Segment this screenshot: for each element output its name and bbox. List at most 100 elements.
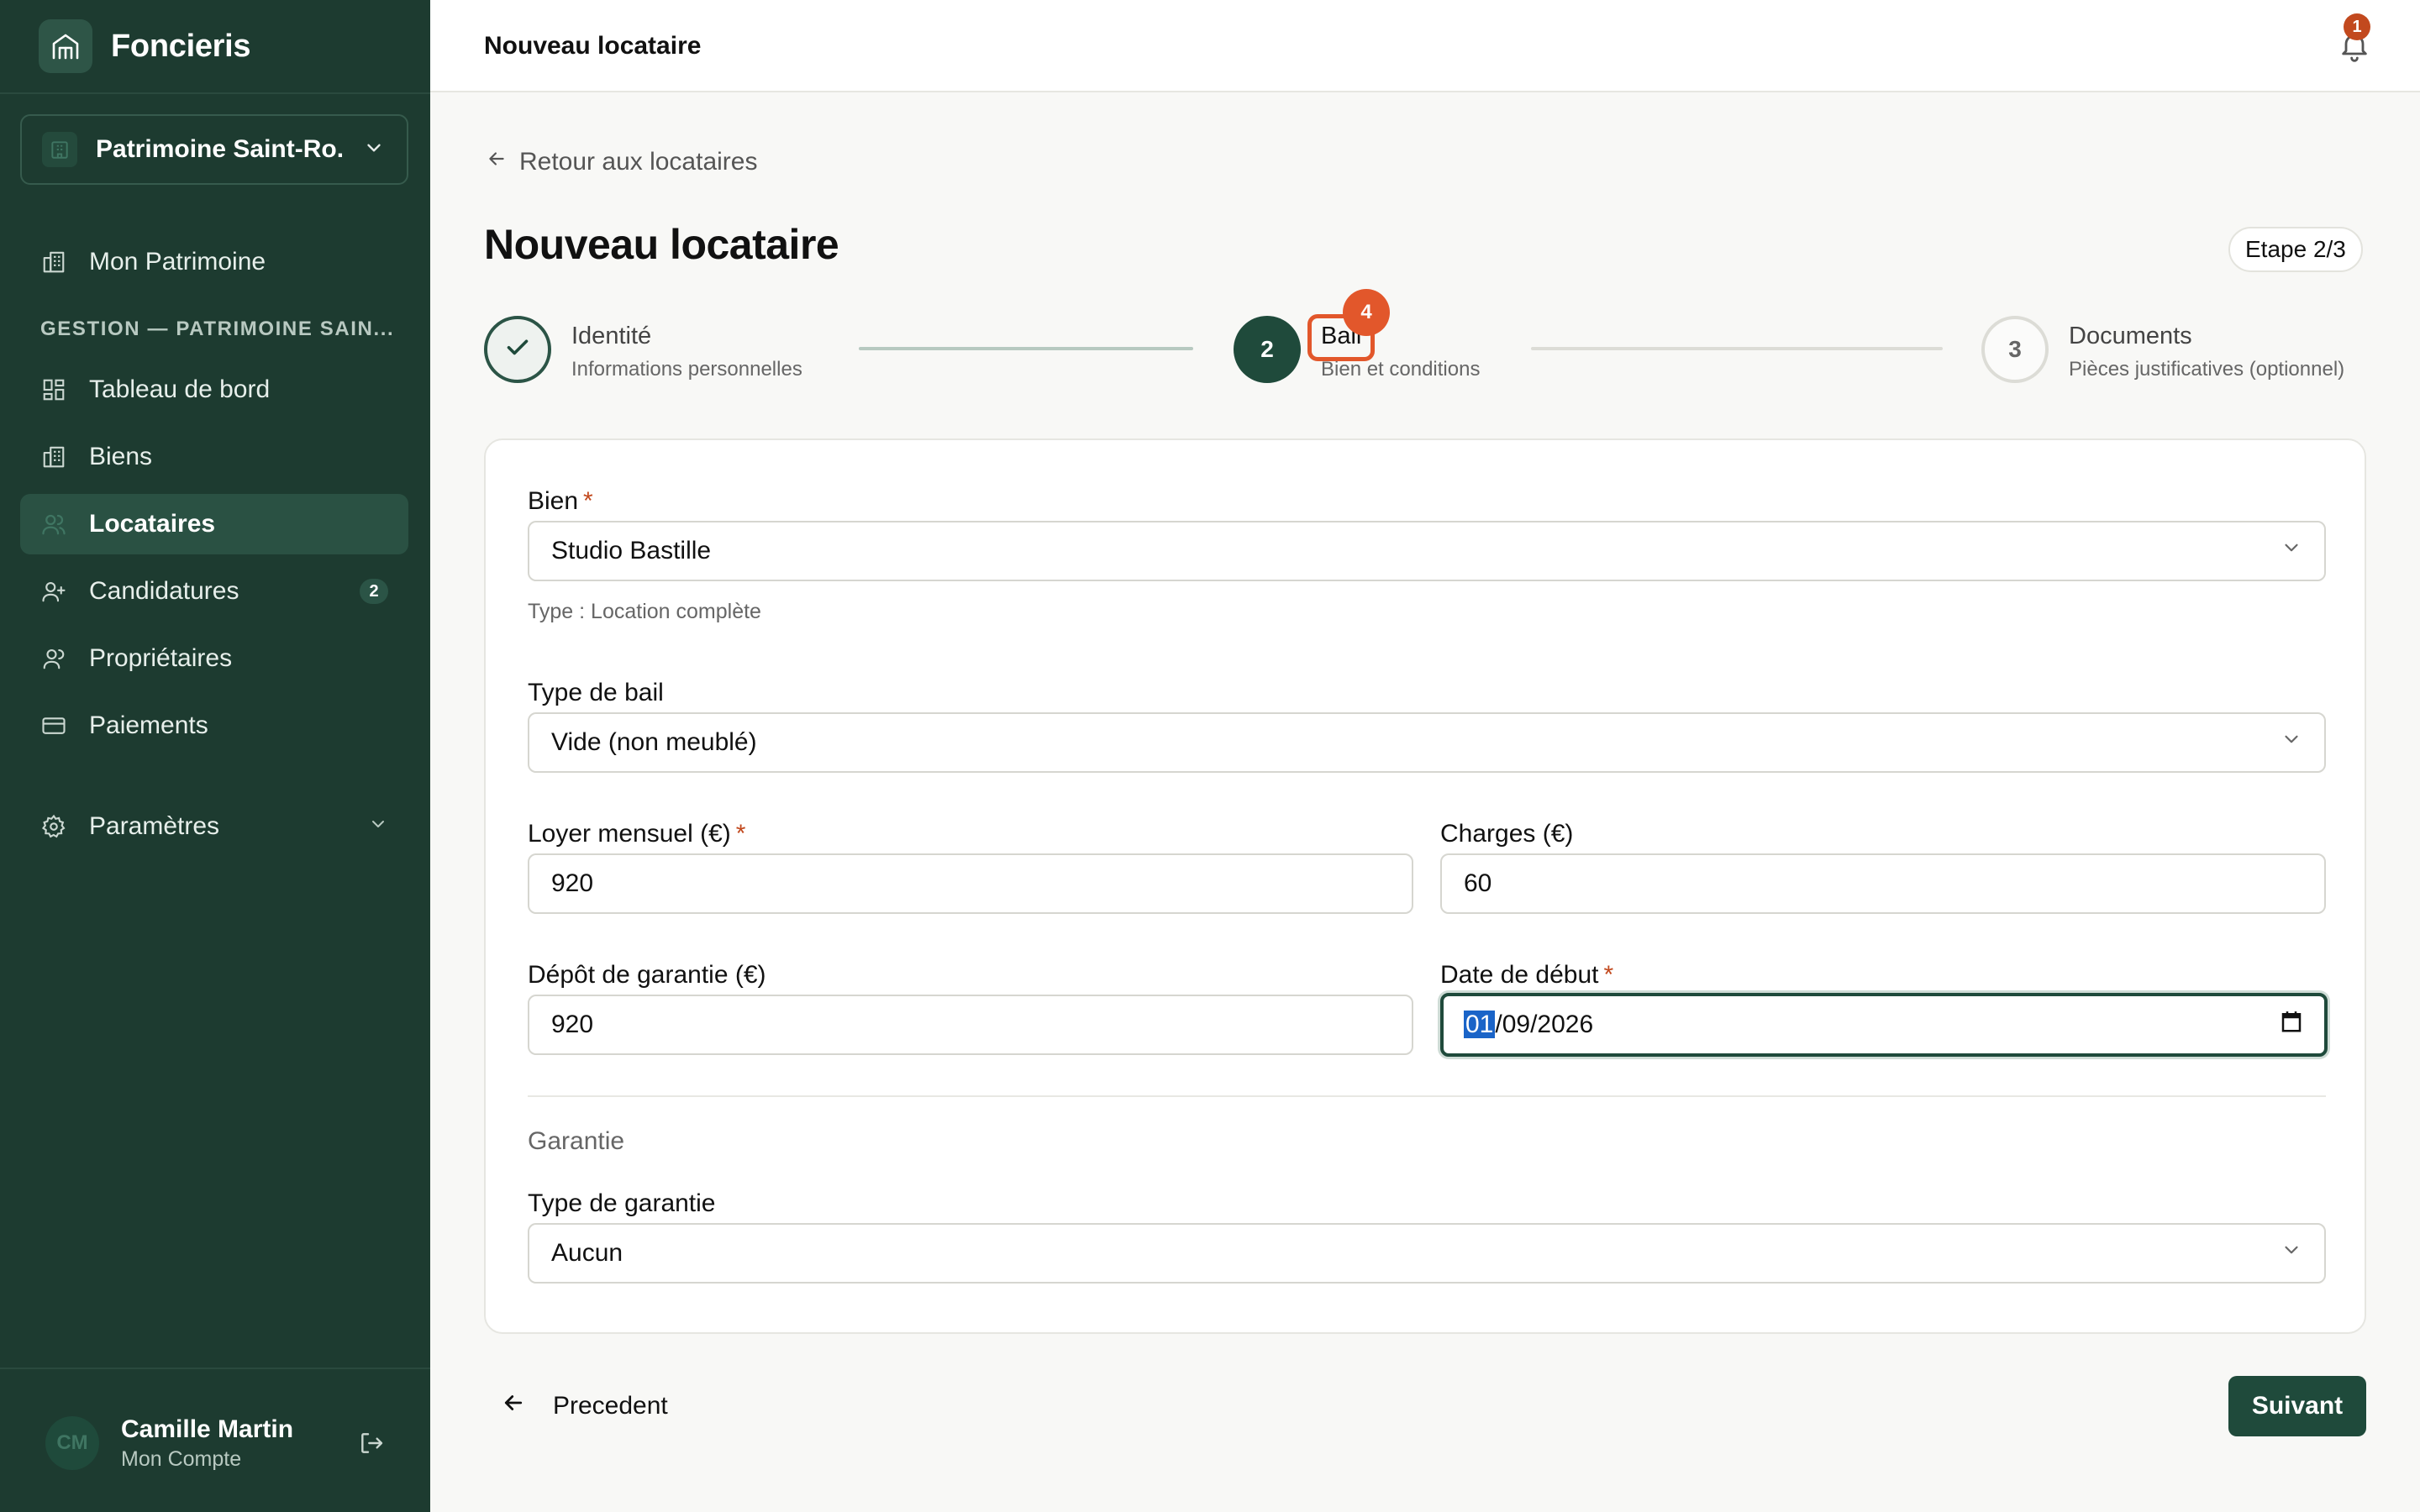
chevron-down-icon — [368, 812, 388, 841]
depot-value: 920 — [551, 1011, 594, 1038]
chevron-down-icon — [2281, 1239, 2302, 1268]
sidebar-item-candidatures[interactable]: Candidatures 2 — [20, 561, 408, 622]
top-header: Nouveau locataire 1 — [430, 0, 2420, 92]
charges-label: Charges (€) — [1440, 820, 1574, 848]
next-button[interactable]: Suivant — [2228, 1376, 2366, 1436]
brand-name: Foncieris — [111, 28, 251, 64]
bien-label: Bien * — [528, 487, 593, 516]
sidebar-item-label: Candidatures — [89, 577, 239, 605]
building-icon — [42, 132, 77, 167]
sidebar-item-biens[interactable]: Biens — [20, 427, 408, 487]
charges-value: 60 — [1464, 869, 1492, 897]
lease-form-card: Bien * Studio Bastille Type : Location co… — [484, 438, 2366, 1334]
bien-select-value: Studio Bastille — [551, 537, 712, 564]
step-3-upcoming: 3 — [1981, 316, 2049, 383]
user-subtitle: Mon Compte — [121, 1446, 242, 1471]
gear-icon — [40, 813, 67, 840]
chevron-down-icon — [2281, 537, 2302, 565]
avatar: CM — [45, 1416, 99, 1470]
chevron-down-icon — [2281, 728, 2302, 757]
sidebar-item-parametres[interactable]: Paramètres — [20, 796, 408, 857]
sidebar-item-proprietaires[interactable]: Propriétaires — [20, 628, 408, 689]
step-2-current: 2 — [1234, 316, 1301, 383]
brand-logo-icon — [39, 19, 92, 73]
type-garantie-select[interactable]: Aucun — [528, 1223, 2326, 1284]
org-switcher[interactable]: Patrimoine Saint-Ro... — [20, 114, 408, 185]
step-connector — [859, 347, 1193, 350]
type-garantie-label: Type de garantie — [528, 1189, 716, 1217]
bien-hint: Type : Location complète — [528, 600, 761, 623]
arrow-left-icon — [501, 1390, 526, 1422]
step-3-subtitle: Pièces justificatives (optionnel) — [2069, 358, 2345, 381]
charges-input[interactable]: 60 — [1440, 853, 2326, 914]
dashboard-icon — [40, 376, 67, 403]
count-badge: 2 — [360, 579, 388, 604]
date-debut-label-text: Date de début — [1440, 961, 1599, 989]
sidebar-item-paiements[interactable]: Paiements — [20, 696, 408, 756]
required-mark: * — [735, 820, 746, 848]
chevron-down-icon — [363, 137, 385, 163]
date-rest: /09/2026 — [1495, 1011, 1594, 1038]
user-text: Camille Martin Mon Compte — [121, 1415, 331, 1472]
type-bail-value: Vide (non meublé) — [551, 728, 757, 756]
highlight-marker: 4 — [1343, 289, 1390, 336]
bien-label-text: Bien — [528, 487, 579, 515]
step-1-title: Identité — [571, 323, 652, 349]
org-name: Patrimoine Saint-Ro... — [96, 135, 345, 163]
step-1-subtitle: Informations personnelles — [571, 358, 802, 381]
sidebar-item-label: Mon Patrimoine — [89, 248, 266, 276]
owners-icon — [40, 645, 67, 672]
previous-button-label: Precedent — [553, 1392, 668, 1420]
divider — [0, 1368, 430, 1369]
date-debut-input[interactable]: 01/09/2026 — [1440, 993, 2328, 1057]
header-title: Nouveau locataire — [484, 32, 702, 60]
building-icon — [40, 444, 67, 470]
step-indicator-badge: Etape 2/3 — [2228, 227, 2363, 272]
check-icon — [502, 332, 533, 368]
sidebar-item-mon-patrimoine[interactable]: Mon Patrimoine — [20, 232, 408, 292]
loyer-label: Loyer mensuel (€) * — [528, 820, 745, 848]
step-3-title: Documents — [2069, 323, 2192, 349]
bien-select[interactable]: Studio Bastille — [528, 521, 2326, 581]
user-name: Camille Martin — [121, 1415, 294, 1443]
logout-icon[interactable] — [353, 1425, 390, 1462]
sidebar-item-locataires[interactable]: Locataires — [20, 494, 408, 554]
loyer-input[interactable]: 920 — [528, 853, 1413, 914]
type-bail-label: Type de bail — [528, 679, 664, 706]
date-debut-label: Date de début * — [1440, 961, 1613, 990]
previous-button[interactable]: Precedent — [501, 1378, 668, 1435]
sidebar-item-label: Paramètres — [89, 812, 220, 840]
divider — [0, 92, 430, 94]
sidebar-item-label: Locataires — [89, 510, 216, 538]
depot-label: Dépôt de garantie (€) — [528, 961, 766, 989]
step-connector — [1531, 347, 1943, 350]
sidebar-item-label: Paiements — [89, 711, 208, 739]
loyer-value: 920 — [551, 869, 594, 897]
date-debut-value: 01/09/2026 — [1464, 1011, 2279, 1039]
step-1-complete[interactable] — [484, 316, 551, 383]
type-bail-select[interactable]: Vide (non meublé) — [528, 712, 2326, 773]
user-plus-icon — [40, 578, 67, 605]
date-day-segment[interactable]: 01 — [1464, 1011, 1496, 1038]
depot-input[interactable]: 920 — [528, 995, 1413, 1055]
loyer-label-text: Loyer mensuel (€) — [528, 820, 731, 848]
user-account[interactable]: CM Camille Martin Mon Compte — [45, 1411, 390, 1475]
back-link-label: Retour aux locataires — [519, 148, 758, 176]
brand[interactable]: Foncieris — [39, 19, 251, 73]
sidebar-section-title: GESTION — PATRIMOINE SAIN... — [40, 318, 395, 340]
sidebar-item-label: Tableau de bord — [89, 375, 271, 403]
arrow-left-icon — [486, 148, 508, 176]
step-2-subtitle: Bien et conditions — [1321, 358, 1481, 381]
garantie-section-title: Garantie — [528, 1127, 625, 1155]
sidebar-item-label: Propriétaires — [89, 644, 233, 672]
sidebar-item-label: Biens — [89, 443, 153, 470]
building-icon — [40, 249, 67, 276]
calendar-icon[interactable] — [2279, 1009, 2304, 1041]
divider — [528, 1095, 2326, 1097]
notification-badge: 1 — [2344, 13, 2370, 40]
type-garantie-value: Aucun — [551, 1239, 623, 1267]
back-link[interactable]: Retour aux locataires — [486, 148, 757, 176]
required-mark: * — [583, 487, 593, 515]
page-title: Nouveau locataire — [484, 221, 839, 268]
sidebar-item-tableau-de-bord[interactable]: Tableau de bord — [20, 360, 408, 420]
